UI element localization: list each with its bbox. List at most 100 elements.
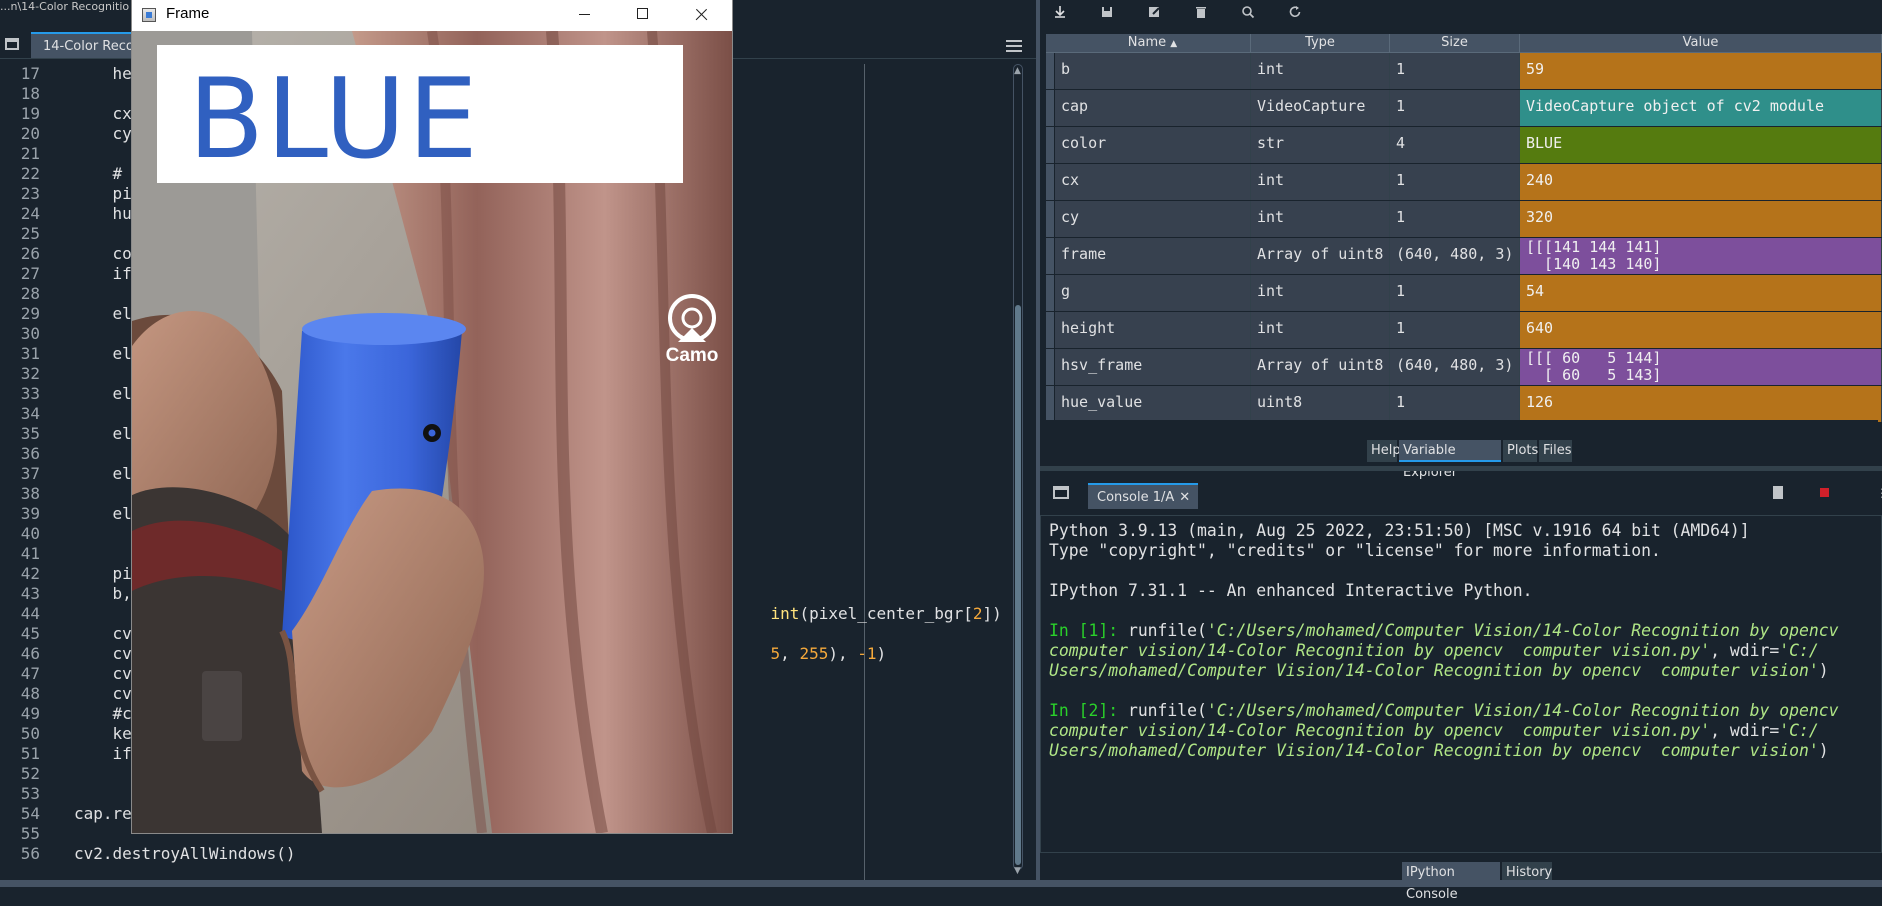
variable-value: 240 [1520, 164, 1882, 200]
variable-type: int [1251, 312, 1390, 348]
ipython-console[interactable]: Python 3.9.13 (main, Aug 25 2022, 23:51:… [1040, 515, 1882, 853]
variable-row[interactable]: g int 1 54 [1046, 275, 1882, 312]
variable-type: Array of uint8 [1251, 238, 1390, 274]
pane-divider[interactable] [1040, 466, 1882, 471]
minimize-button[interactable] [556, 0, 614, 30]
editor-scrollbar-thumb[interactable] [1015, 305, 1021, 865]
variable-size: 1 [1390, 164, 1520, 200]
line-number: 37 [20, 464, 40, 483]
camera-frame-image: Camo BLUE [132, 31, 732, 833]
import-data-icon[interactable] [1053, 5, 1067, 19]
variable-row[interactable]: cap VideoCapture 1 VideoCapture object of c… [1046, 90, 1882, 127]
row-header[interactable] [1046, 312, 1054, 348]
column-header-type[interactable]: Type [1251, 34, 1390, 52]
variable-value: 126 [1520, 386, 1882, 422]
command-argument: Users/mohamed/Computer Vision/14-Color R… [1049, 741, 1819, 760]
scroll-up-arrow-icon[interactable]: ▲ [1014, 66, 1021, 76]
row-header[interactable] [1046, 201, 1054, 237]
variable-name: frame [1055, 238, 1251, 274]
column-header-size[interactable]: Size [1390, 34, 1520, 52]
code-token: int [770, 604, 800, 623]
save-data-icon[interactable] [1100, 5, 1114, 19]
console-tab[interactable]: Console 1/A ✕ [1088, 483, 1199, 511]
line-number: 28 [20, 284, 40, 303]
maximize-button[interactable] [614, 0, 672, 30]
browse-tabs-icon[interactable] [5, 38, 19, 50]
frame-window: Frame Camo BLUE [132, 0, 732, 833]
line-number: 24 [20, 204, 40, 223]
command-argument: 'C:/Users/mohamed/Computer Vision/14-Col… [1206, 621, 1839, 640]
command-text: , wdir= [1710, 721, 1780, 740]
editor-file-tab[interactable]: 14-Color Recognition by opencv computer … [31, 32, 136, 58]
save-as-icon[interactable] [1147, 5, 1161, 19]
line-number: 23 [20, 184, 40, 203]
tab-variable-explorer[interactable]: Variable Explorer [1399, 440, 1501, 480]
code-token: , [780, 644, 800, 663]
command-text: ) [1818, 741, 1829, 760]
command-text: , wdir= [1710, 641, 1780, 660]
row-header[interactable] [1046, 275, 1054, 311]
column-header-name[interactable]: Name ▲ [1055, 34, 1251, 52]
variable-row[interactable]: cx int 1 240 [1046, 164, 1882, 201]
row-header[interactable] [1046, 53, 1054, 89]
row-header[interactable] [1046, 127, 1054, 163]
variable-value: 59 [1520, 53, 1882, 89]
variable-type: int [1251, 275, 1390, 311]
browse-tabs-icon[interactable] [1053, 486, 1069, 499]
variable-row[interactable]: frame Array of uint8 (640, 480, 3) [[[141 1… [1046, 238, 1882, 275]
line-number: 32 [20, 364, 40, 383]
variable-row[interactable]: b int 1 59 [1046, 53, 1882, 90]
command-argument: 'C:/Users/mohamed/Computer Vision/14-Col… [1206, 701, 1839, 720]
tab-files[interactable]: Files [1539, 440, 1572, 462]
command-argument: computer vision/14-Color Recognition by … [1049, 721, 1711, 740]
line-number: 50 [20, 724, 40, 743]
variable-row[interactable]: color str 4 BLUE [1046, 127, 1882, 164]
search-icon[interactable] [1241, 5, 1255, 19]
row-header[interactable] [1046, 238, 1054, 274]
variable-value: 54 [1520, 275, 1882, 311]
variable-type: Array of uint8 [1251, 349, 1390, 385]
code-token: (pixel_center_bgr[ [799, 604, 973, 623]
table-horizontal-scrollbar[interactable] [1042, 420, 1878, 434]
variable-size: 1 [1390, 312, 1520, 348]
command-text: ) [1818, 661, 1829, 680]
options-menu-icon[interactable]: ⋮ [1876, 486, 1882, 500]
line-number: 48 [20, 684, 40, 703]
variable-name: hue_value [1055, 386, 1251, 422]
edge-line [864, 64, 865, 880]
trash-icon[interactable] [1194, 5, 1208, 19]
variable-value: BLUE [1520, 127, 1882, 163]
row-header[interactable] [1046, 90, 1054, 126]
line-number: 22 [20, 164, 40, 183]
editor-path-title: ...n\14-Color Recognitio [0, 0, 130, 13]
line-number: 27 [20, 264, 40, 283]
column-header-value[interactable]: Value [1520, 34, 1882, 52]
code-token: ), [828, 644, 858, 663]
stop-icon[interactable] [1820, 488, 1829, 497]
row-header[interactable] [1046, 386, 1054, 422]
variable-row[interactable]: cy int 1 320 [1046, 201, 1882, 238]
variable-size: (640, 480, 3) [1390, 238, 1520, 274]
variable-table[interactable]: Name ▲ Type Size Value b int 1 59 cap VideoCa… [1046, 34, 1882, 434]
variable-row[interactable]: hsv_frame Array of uint8 (640, 480, 3)[[[ … [1046, 349, 1882, 386]
scroll-down-arrow-icon[interactable]: ▼ [1014, 866, 1021, 876]
tab-help[interactable]: Help [1367, 440, 1401, 462]
line-number: 40 [20, 524, 40, 543]
trash-icon[interactable] [1773, 486, 1783, 499]
variable-row[interactable]: height int 1 640 [1046, 312, 1882, 349]
variable-type: str [1251, 127, 1390, 163]
row-header[interactable] [1046, 349, 1054, 385]
tab-plots[interactable]: Plots [1503, 440, 1538, 462]
hamburger-menu-icon[interactable] [1006, 40, 1022, 52]
frame-titlebar[interactable]: Frame [132, 0, 732, 31]
line-number: 56 [20, 844, 40, 863]
command-argument: 'C:/ [1779, 641, 1819, 660]
variable-value: 320 [1520, 201, 1882, 237]
variable-row[interactable]: hue_value uint8 1 126 [1046, 386, 1882, 423]
refresh-icon[interactable] [1288, 5, 1302, 19]
close-tab-icon[interactable]: ✕ [1179, 485, 1190, 511]
row-header[interactable] [1046, 164, 1054, 200]
code-line: cv2.destroyAllWindows() [74, 844, 296, 863]
code-token: 5 [770, 644, 781, 663]
close-button[interactable] [672, 0, 730, 30]
